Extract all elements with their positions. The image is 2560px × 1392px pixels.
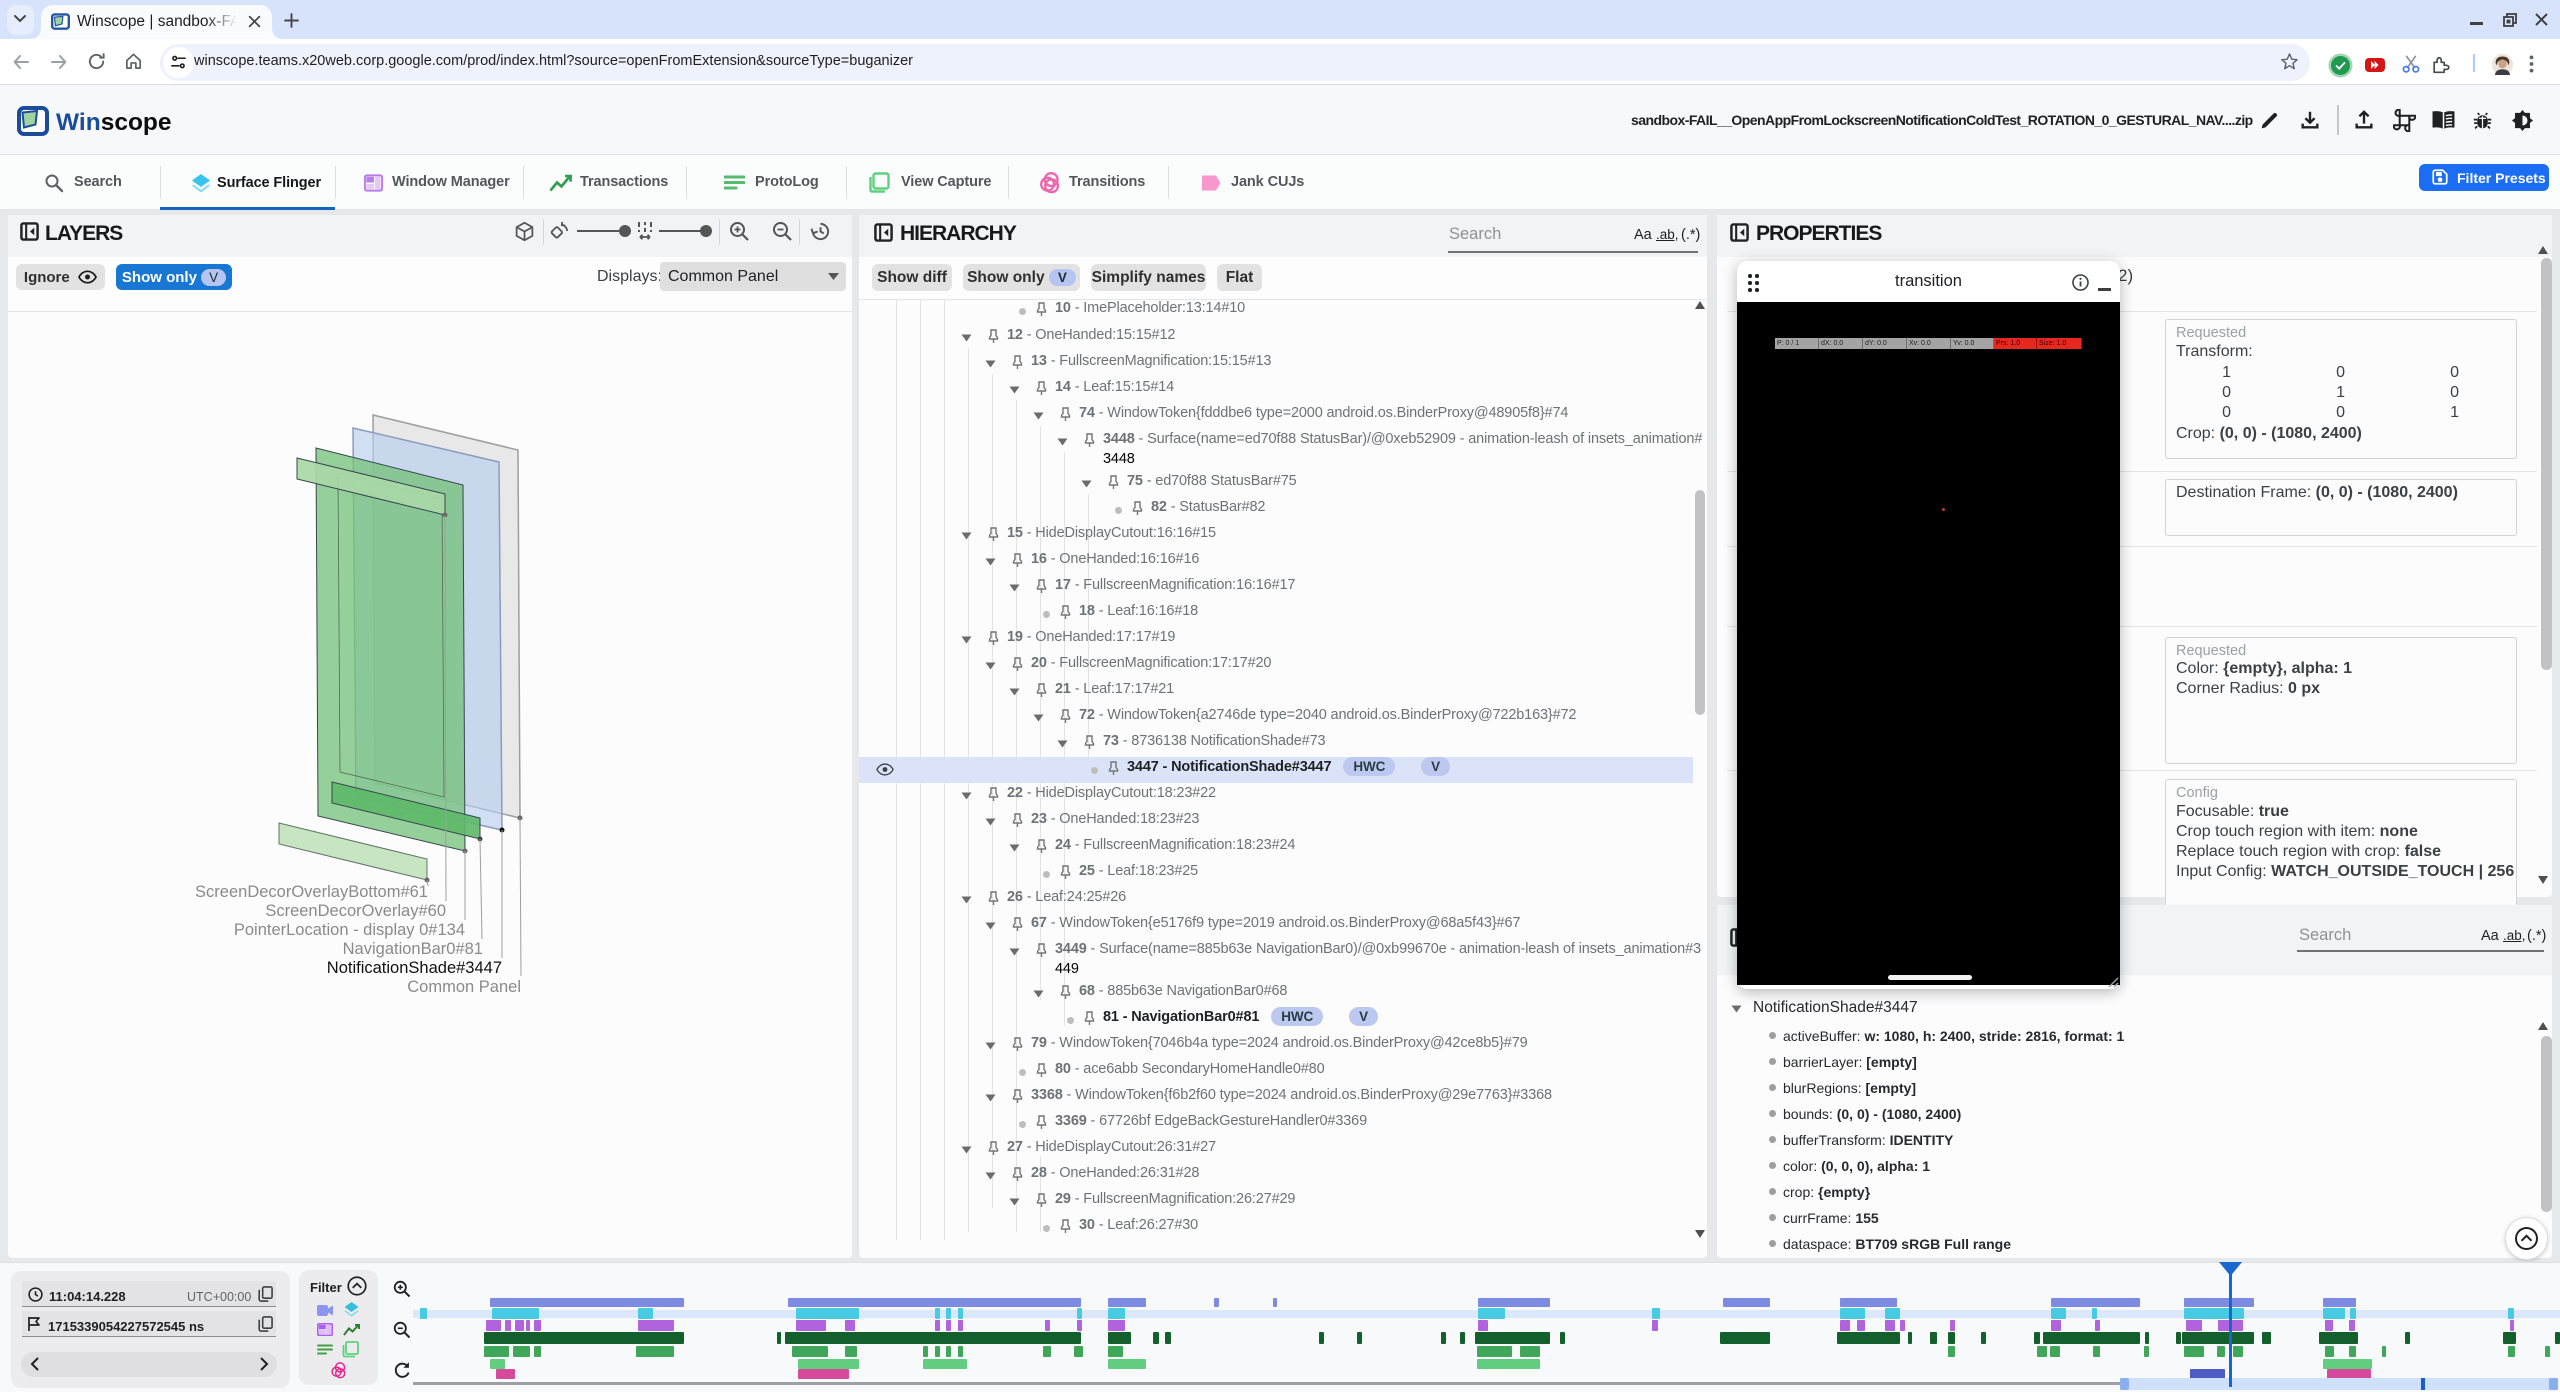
svg-text:ScreenDecorOverlayBottom#61: ScreenDecorOverlayBottom#61 — [195, 883, 428, 901]
svg-text:ScreenDecorOverlay#60: ScreenDecorOverlay#60 — [265, 902, 446, 920]
svg-text:PointerLocation - display 0#13: PointerLocation - display 0#134 — [234, 921, 465, 939]
svg-text:NotificationShade#3447: NotificationShade#3447 — [327, 959, 502, 977]
svg-text:NavigationBar0#81: NavigationBar0#81 — [343, 940, 483, 958]
svg-text:Common Panel: Common Panel — [407, 978, 521, 996]
